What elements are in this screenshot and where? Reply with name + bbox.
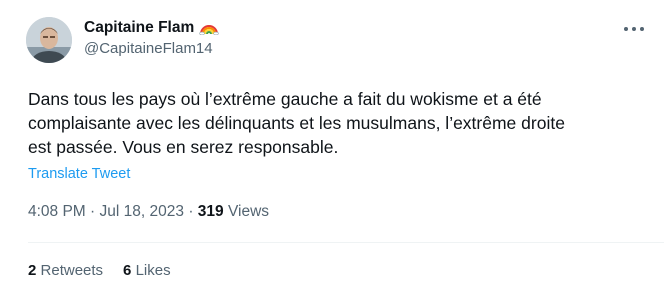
tweet-time[interactable]: 4:08 PM bbox=[28, 203, 86, 220]
likes-stat[interactable]: 6 Likes bbox=[123, 261, 171, 281]
translate-tweet-link[interactable]: Translate Tweet bbox=[28, 165, 130, 183]
more-dot bbox=[640, 27, 644, 31]
views-count: 319 bbox=[197, 203, 224, 220]
tweet-meta: 4:08 PM · Jul 18, 2023 · 319 Views bbox=[28, 202, 269, 222]
meta-separator: · bbox=[90, 203, 96, 220]
tweet-text-line: est passée. Vous en serez responsable. bbox=[28, 137, 339, 157]
retweets-label: Retweets bbox=[40, 262, 104, 279]
author-display-name-text: Capitaine Flam bbox=[84, 19, 195, 36]
author-display-name[interactable]: Capitaine Flam bbox=[84, 18, 219, 38]
rainbow-icon bbox=[199, 25, 219, 35]
likes-count: 6 bbox=[123, 262, 132, 279]
avatar-image bbox=[26, 17, 72, 63]
tweet-date[interactable]: Jul 18, 2023 bbox=[100, 203, 184, 220]
meta-separator: · bbox=[188, 203, 194, 220]
views-label: Views bbox=[227, 203, 270, 220]
retweets-stat[interactable]: 2 Retweets bbox=[28, 261, 103, 281]
author-block: Capitaine Flam @CapitaineFlam14 bbox=[84, 18, 219, 59]
more-dot bbox=[632, 27, 636, 31]
retweets-count: 2 bbox=[28, 262, 37, 279]
tweet-text-line: Dans tous les pays où l’extrême gauche a… bbox=[28, 89, 542, 109]
likes-label: Likes bbox=[135, 262, 171, 279]
tweet-text-line: complaisante avec les délinquants et les… bbox=[28, 113, 565, 133]
divider bbox=[28, 242, 664, 243]
avatar[interactable] bbox=[26, 17, 72, 63]
tweet-text: Dans tous les pays où l’extrême gauche a… bbox=[28, 87, 648, 159]
more-dot bbox=[624, 27, 628, 31]
engagement-stats: 2 Retweets 6 Likes bbox=[28, 261, 171, 281]
tweet: Capitaine Flam @CapitaineFlam14 Dans tou… bbox=[0, 0, 664, 295]
more-options-icon[interactable] bbox=[624, 22, 644, 36]
author-handle[interactable]: @CapitaineFlam14 bbox=[84, 39, 219, 59]
